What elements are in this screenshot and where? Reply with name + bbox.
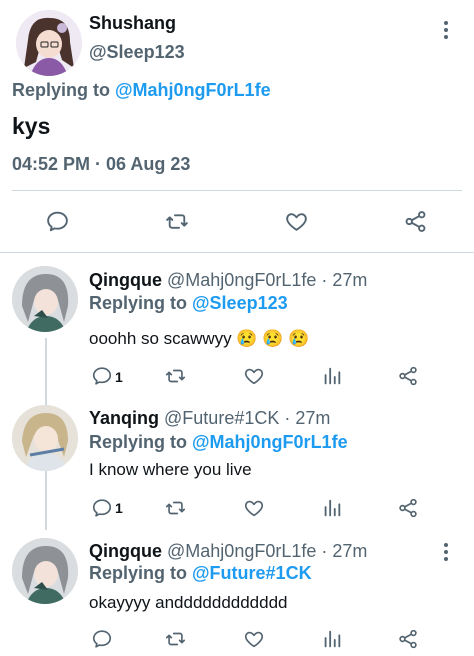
reply-author-handle[interactable]: @Mahj0ngF0rL1fe <box>167 541 316 561</box>
reply-text: I know where you live <box>89 460 252 479</box>
replying-to-link[interactable]: @Mahj0ngF0rL1fe <box>192 432 348 452</box>
replying-to-link[interactable]: @Mahj0ngF0rL1fe <box>115 80 271 100</box>
share-icon[interactable] <box>397 365 419 387</box>
views-icon[interactable] <box>321 365 343 387</box>
retweet-icon[interactable] <box>164 365 187 387</box>
replying-to-link[interactable]: @Sleep123 <box>192 293 288 313</box>
avatar[interactable] <box>16 10 82 76</box>
divider <box>12 190 462 191</box>
reply-icon[interactable] <box>91 628 113 650</box>
retweet-icon[interactable] <box>164 628 187 650</box>
avatar-image <box>12 405 78 471</box>
reply-author-line: Yanqing @Future#1CK · 27m <box>89 408 330 429</box>
reply-author-name[interactable]: Qingque <box>89 270 162 290</box>
avatar-image <box>16 10 82 76</box>
retweet-icon[interactable] <box>164 209 190 234</box>
reply-time[interactable]: · 27m <box>321 541 367 561</box>
avatar[interactable] <box>12 405 78 471</box>
divider <box>0 252 474 253</box>
reply-text: ooohh so scawwyy 😢 😢 😢 <box>89 329 310 348</box>
replying-to-prefix: Replying to <box>89 432 192 452</box>
reply-icon[interactable] <box>91 497 113 519</box>
author-handle[interactable]: @Sleep123 <box>89 42 185 63</box>
reply-author-handle[interactable]: @Mahj0ngF0rL1fe <box>167 270 316 290</box>
reply-author-name[interactable]: Yanqing <box>89 408 159 428</box>
reply-author-line: Qingque @Mahj0ngF0rL1fe · 27m <box>89 270 367 291</box>
reply-author-name[interactable]: Qingque <box>89 541 162 561</box>
avatar[interactable] <box>12 538 78 604</box>
reply-time[interactable]: · 27m <box>321 270 367 290</box>
tweet-timestamp[interactable]: 04:52 PM · 06 Aug 23 <box>12 154 190 175</box>
more-options-icon[interactable] <box>443 21 449 41</box>
reply-count: 1 <box>115 500 123 516</box>
replying-to-prefix: Replying to <box>89 563 192 583</box>
replying-to: Replying to @Sleep123 <box>89 293 288 314</box>
replying-to: Replying to @Mahj0ngF0rL1fe <box>89 432 348 453</box>
retweet-icon[interactable] <box>164 497 187 519</box>
replying-to: Replying to @Future#1CK <box>89 563 312 584</box>
tweet-text: kys <box>12 113 51 139</box>
avatar-image <box>12 266 78 332</box>
like-icon[interactable] <box>243 497 265 519</box>
like-icon[interactable] <box>243 628 265 650</box>
share-icon[interactable] <box>397 628 419 650</box>
reply-time[interactable]: · 27m <box>284 408 330 428</box>
reply-text: okayyyy andddddddddddd <box>89 593 288 612</box>
like-icon[interactable] <box>243 365 265 387</box>
replying-to-prefix: Replying to <box>89 293 192 313</box>
avatar[interactable] <box>12 266 78 332</box>
author-name[interactable]: Shushang <box>89 13 176 34</box>
reply-author-line: Qingque @Mahj0ngF0rL1fe · 27m <box>89 541 367 562</box>
replying-to-link[interactable]: @Future#1CK <box>192 563 312 583</box>
share-icon[interactable] <box>397 497 419 519</box>
reply-count: 1 <box>115 369 123 385</box>
reply-icon[interactable] <box>45 209 70 234</box>
views-icon[interactable] <box>321 628 343 650</box>
reply-icon[interactable] <box>91 365 113 387</box>
share-icon[interactable] <box>403 209 428 234</box>
avatar-image <box>12 538 78 604</box>
more-options-icon[interactable] <box>443 543 449 563</box>
replying-to-prefix: Replying to <box>12 80 115 100</box>
like-icon[interactable] <box>284 209 309 234</box>
replying-to: Replying to @Mahj0ngF0rL1fe <box>12 80 271 101</box>
reply-author-handle[interactable]: @Future#1CK <box>164 408 279 428</box>
views-icon[interactable] <box>321 497 343 519</box>
